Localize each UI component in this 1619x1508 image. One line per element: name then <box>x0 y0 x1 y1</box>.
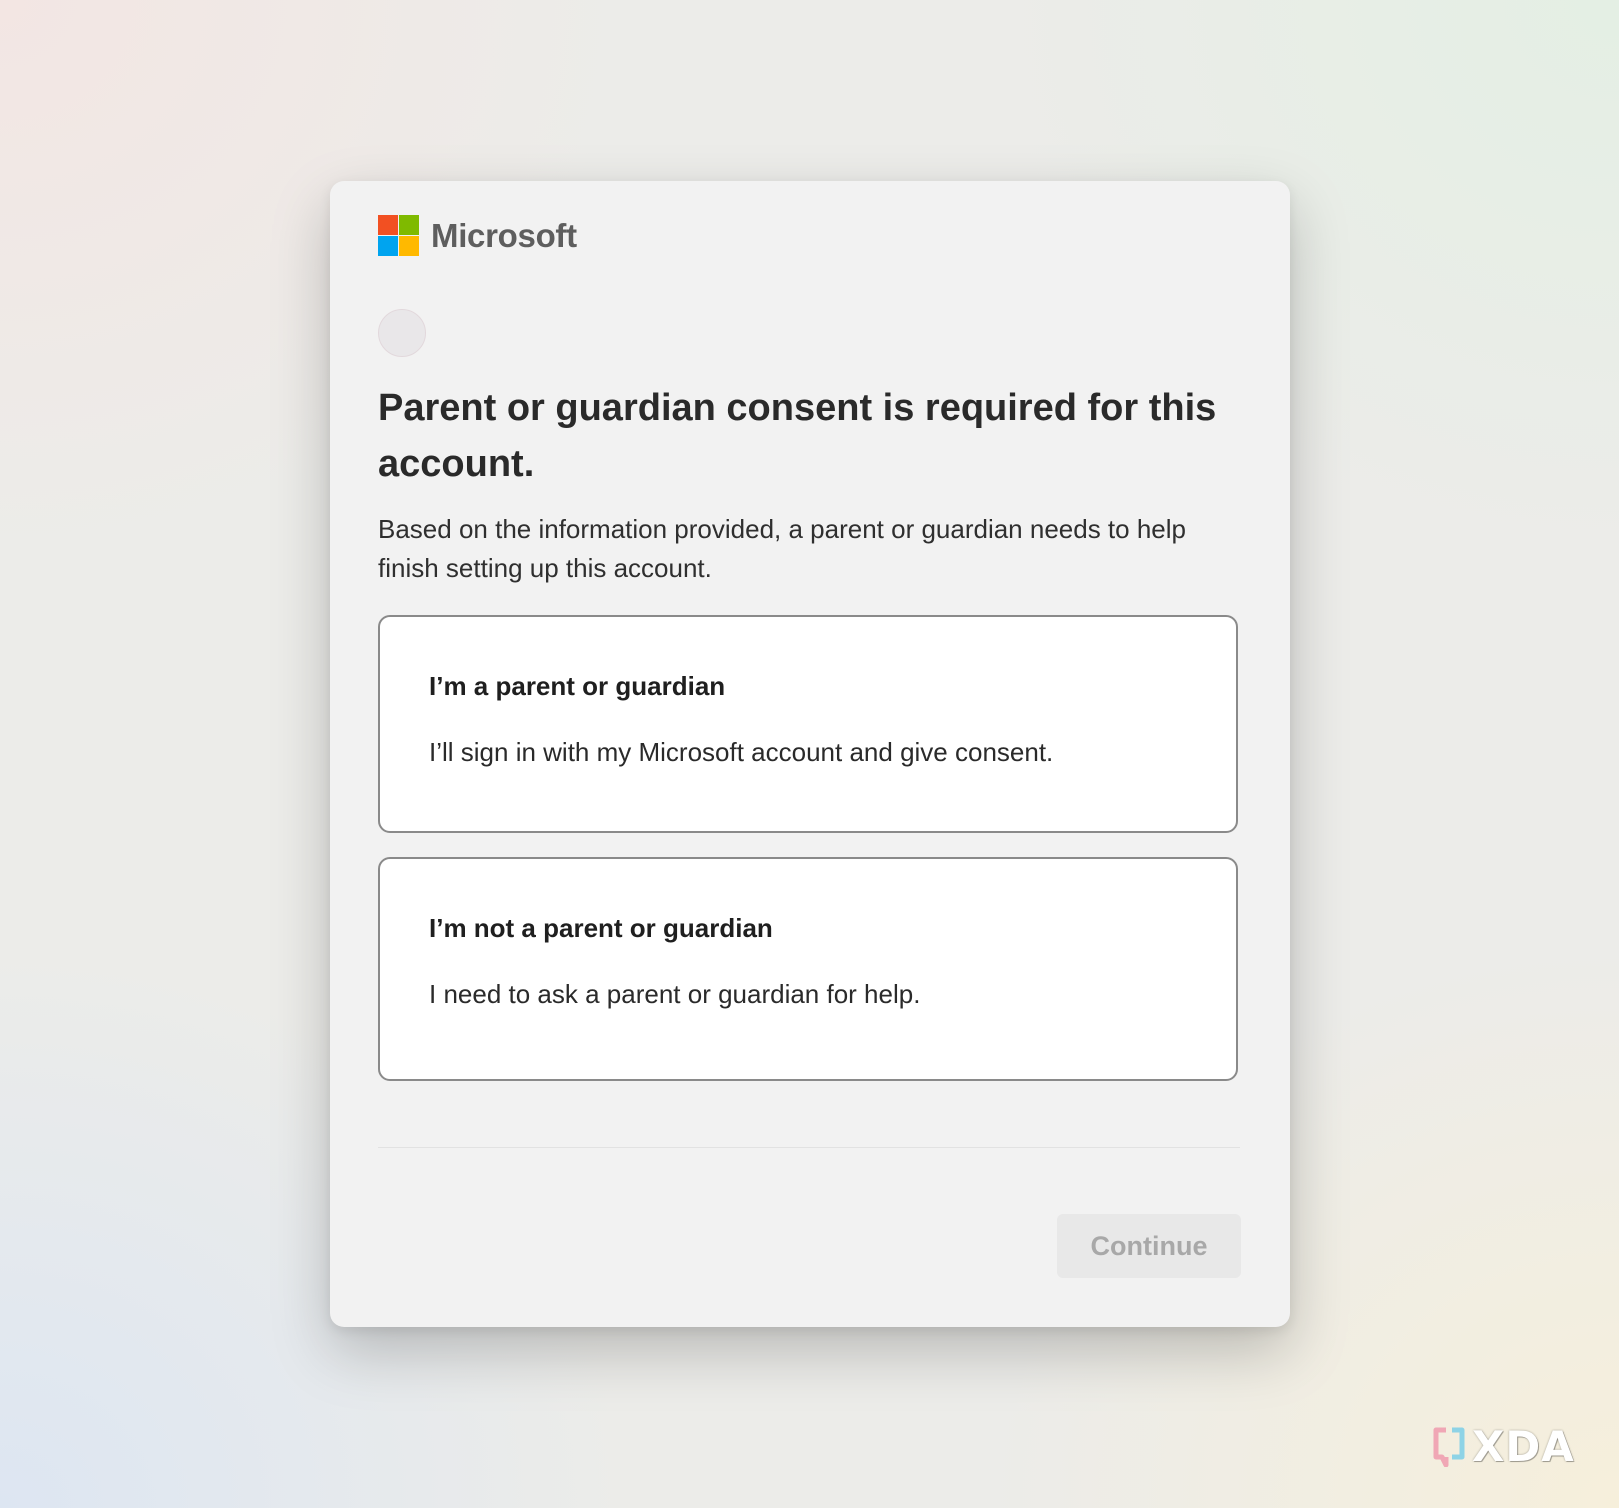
logo-square-yellow <box>399 236 419 256</box>
microsoft-brand: Microsoft <box>378 215 577 256</box>
xda-watermark: XDA <box>1432 1422 1575 1471</box>
avatar <box>378 309 426 357</box>
option-title: I’m not a parent or guardian <box>429 913 773 943</box>
option-description: I’ll sign in with my Microsoft account a… <box>429 737 1054 767</box>
page-title: Parent or guardian consent is required f… <box>378 387 1217 485</box>
option-not-parent-or-guardian[interactable]: I’m not a parent or guardian I need to a… <box>378 857 1238 1081</box>
xda-bracket-icon <box>1432 1427 1466 1467</box>
continue-button[interactable]: Continue <box>1057 1214 1241 1278</box>
logo-square-green <box>399 215 419 235</box>
option-parent-or-guardian[interactable]: I’m a parent or guardian I’ll sign in wi… <box>378 615 1238 833</box>
page-description: Based on the information provided, a par… <box>378 514 1186 583</box>
watermark-text: XDA <box>1472 1422 1575 1471</box>
option-title: I’m a parent or guardian <box>429 671 726 701</box>
microsoft-logo-icon <box>378 215 419 256</box>
logo-square-red <box>378 215 398 235</box>
logo-square-blue <box>378 236 398 256</box>
footer-divider <box>378 1147 1240 1148</box>
option-description: I need to ask a parent or guardian for h… <box>429 979 921 1009</box>
consent-dialog: Microsoft Parent or guardian consent is … <box>330 181 1290 1327</box>
brand-name: Microsoft <box>431 216 577 254</box>
